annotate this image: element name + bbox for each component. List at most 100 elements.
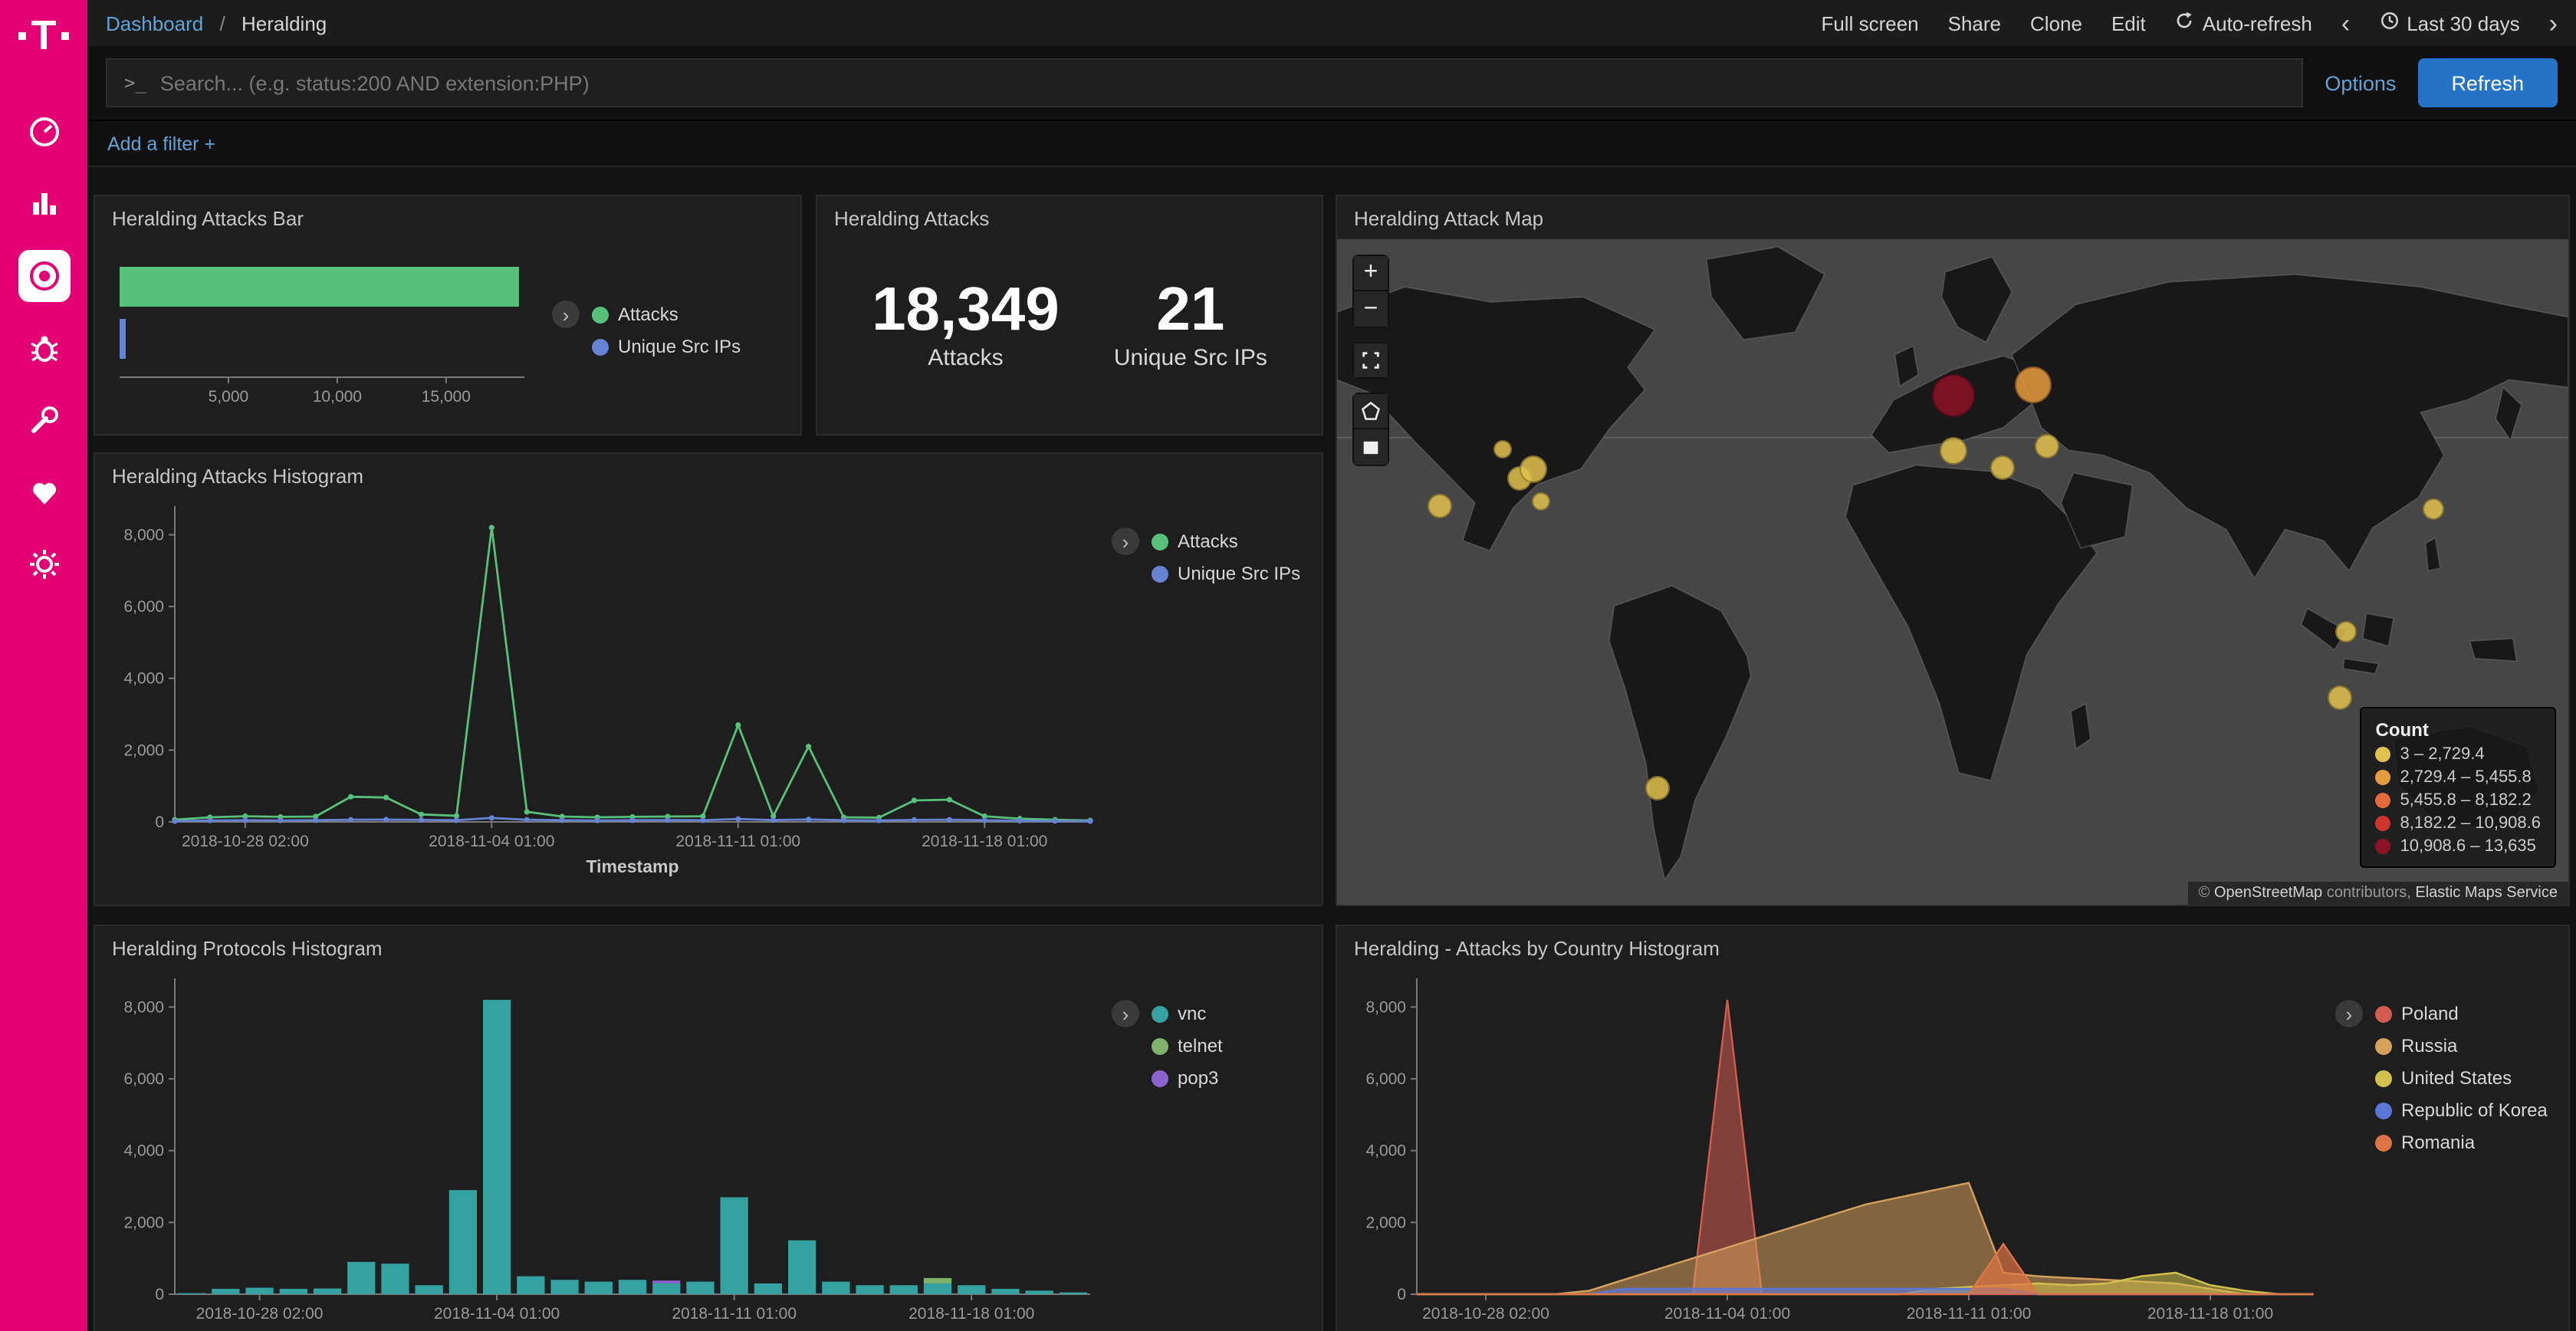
attack-map-marker[interactable] — [1940, 436, 1968, 464]
openstreetmap-link[interactable]: OpenStreetMap — [2214, 885, 2322, 902]
attack-map-marker[interactable] — [1933, 375, 1976, 418]
svg-text:2018-11-18 01:00: 2018-11-18 01:00 — [922, 833, 1047, 850]
zoom-in-button[interactable]: + — [1352, 255, 1389, 291]
attack-map-marker[interactable] — [2327, 685, 2351, 709]
legend-item[interactable]: United States — [2375, 1067, 2553, 1089]
legend-label: Attacks — [1178, 531, 1238, 552]
legend-toggle-icon[interactable]: › — [2335, 1000, 2363, 1027]
query-bar: >_ Options Refresh — [87, 46, 2576, 121]
chevron-left-icon[interactable]: ‹ — [2341, 10, 2350, 36]
polygon-draw-icon[interactable] — [1352, 393, 1389, 429]
attack-map-marker[interactable] — [2336, 621, 2358, 642]
bar-chart-icon — [25, 186, 62, 222]
sidebar-item-dashboard[interactable] — [18, 106, 70, 158]
sidebar: T — [0, 0, 87, 1331]
sidebar-item-honeypot[interactable] — [18, 322, 70, 374]
svg-text:10,000: 10,000 — [313, 388, 362, 406]
sidebar-item-tools[interactable] — [18, 394, 70, 446]
sidebar-item-analytics[interactable] — [18, 178, 70, 230]
panel-country-histogram: Heralding - Attacks by Country Histogram… — [1336, 925, 2570, 1331]
sidebar-nav — [18, 106, 70, 590]
legend-item[interactable]: Russia — [2375, 1035, 2553, 1057]
legend-item[interactable]: Poland — [2375, 1003, 2553, 1024]
attack-map-marker[interactable] — [2422, 498, 2443, 520]
svg-text:6,000: 6,000 — [1365, 1070, 1406, 1088]
attack-map-marker[interactable] — [1520, 455, 1548, 482]
svg-text:6,000: 6,000 — [123, 1070, 164, 1088]
gear-icon — [25, 546, 62, 583]
chevron-right-icon[interactable]: › — [2549, 10, 2558, 36]
legend-item[interactable]: Attacks — [592, 304, 785, 325]
logo-dot — [19, 32, 27, 40]
svg-text:2,000: 2,000 — [123, 1214, 164, 1231]
svg-text:6,000: 6,000 — [123, 598, 164, 616]
attack-map-marker[interactable] — [2034, 433, 2058, 458]
sidebar-item-health[interactable] — [18, 466, 70, 518]
legend-label: telnet — [1178, 1035, 1223, 1057]
refresh-button[interactable]: Refresh — [2417, 58, 2558, 107]
svg-text:2018-11-04 01:00: 2018-11-04 01:00 — [429, 833, 554, 850]
legend-item[interactable]: Romania — [2375, 1132, 2553, 1153]
add-filter-link[interactable]: Add a filter + — [107, 133, 215, 154]
legend-toggle-icon[interactable]: › — [1112, 527, 1139, 555]
legend-color-dot — [1152, 1005, 1168, 1022]
legend-label: Poland — [2401, 1003, 2459, 1024]
legend-item[interactable]: telnet — [1152, 1035, 1306, 1057]
rectangle-draw-icon[interactable] — [1352, 429, 1389, 466]
legend-toggle-icon[interactable]: › — [1112, 1000, 1139, 1027]
panel-title: Heralding Attacks — [817, 196, 1322, 233]
svg-text:2018-11-04 01:00: 2018-11-04 01:00 — [434, 1305, 560, 1323]
country-histogram-chart[interactable]: 02,0004,0006,0008,0002018-10-28 02:00201… — [1346, 963, 2329, 1331]
legend-item[interactable]: Unique Src IPs — [592, 336, 785, 357]
panel-title: Heralding - Attacks by Country Histogram — [1337, 926, 2568, 963]
attacks-histogram-chart[interactable]: 02,0004,0006,0008,0002018-10-28 02:00201… — [104, 491, 1106, 886]
zoom-out-button[interactable]: − — [1352, 291, 1389, 328]
map-legend-color-dot — [2376, 770, 2391, 785]
legend-label: Republic of Korea — [2401, 1099, 2548, 1121]
legend-item[interactable]: vnc — [1152, 1003, 1306, 1024]
map-legend-title: Count — [2376, 719, 2542, 741]
world-map[interactable]: + − — [1337, 239, 2568, 905]
telekom-logo[interactable]: T — [19, 15, 69, 57]
time-range-picker[interactable]: Last 30 days — [2379, 11, 2519, 35]
svg-text:0: 0 — [155, 1286, 164, 1303]
sidebar-item-settings[interactable] — [18, 538, 70, 590]
share-button[interactable]: Share — [1948, 12, 2001, 35]
filter-bar: Add a filter + — [87, 121, 2576, 167]
options-link[interactable]: Options — [2325, 71, 2396, 94]
svg-text:4,000: 4,000 — [123, 1142, 164, 1160]
sidebar-item-security-dashboard[interactable] — [18, 250, 70, 302]
legend-color-dot — [2375, 1134, 2392, 1151]
clone-button[interactable]: Clone — [2030, 12, 2082, 35]
attack-map-marker[interactable] — [1427, 493, 1451, 518]
full-screen-button[interactable]: Full screen — [1821, 12, 1918, 35]
attack-map-marker[interactable] — [2016, 367, 2052, 404]
legend-item[interactable]: Republic of Korea — [2375, 1099, 2553, 1121]
refresh-circular-icon — [2175, 11, 2195, 35]
legend-toggle-icon[interactable]: › — [552, 301, 580, 328]
legend-color-dot — [2375, 1102, 2392, 1119]
fit-bounds-icon[interactable] — [1352, 342, 1389, 379]
legend-label: Russia — [2401, 1035, 2457, 1057]
map-legend-color-dot — [2376, 793, 2391, 808]
legend-item[interactable]: Attacks — [1152, 531, 1306, 552]
legend-item[interactable]: Unique Src IPs — [1152, 563, 1306, 584]
attack-map-marker[interactable] — [1493, 439, 1511, 458]
attack-map-marker[interactable] — [1533, 493, 1551, 511]
svg-text:2,000: 2,000 — [1365, 1214, 1406, 1231]
search-input[interactable] — [160, 71, 2302, 94]
auto-refresh-button[interactable]: Auto-refresh — [2175, 11, 2312, 35]
legend-item[interactable]: pop3 — [1152, 1067, 1306, 1089]
wrench-icon — [25, 402, 62, 439]
attack-map-marker[interactable] — [1645, 776, 1670, 800]
breadcrumb-dashboard-link[interactable]: Dashboard — [106, 12, 203, 35]
protocols-histogram-chart[interactable]: 02,0004,0006,0008,0002018-10-28 02:00201… — [104, 963, 1106, 1331]
chart-legend: › vnc telnet pop3 — [1106, 963, 1313, 1331]
edit-button[interactable]: Edit — [2111, 12, 2146, 35]
legend-label: United States — [2401, 1067, 2512, 1089]
attack-map-marker[interactable] — [1990, 455, 2014, 480]
map-legend-row: 2,729.4 – 5,455.8 — [2376, 768, 2542, 787]
metric-unique-src-ips: 21 Unique Src IPs — [1114, 276, 1267, 371]
attacks-bar-chart[interactable]: 5,00010,00015,000 — [104, 242, 546, 423]
elastic-maps-link[interactable]: Elastic Maps Service — [2415, 885, 2558, 902]
